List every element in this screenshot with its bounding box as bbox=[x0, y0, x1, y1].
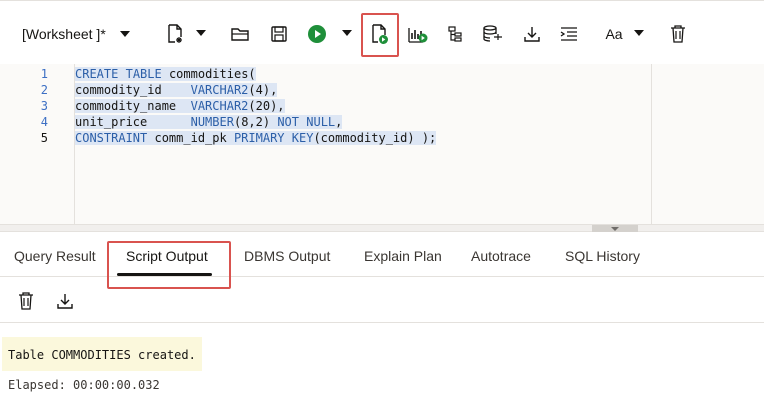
output-toolbar bbox=[0, 280, 764, 320]
download-output-button[interactable] bbox=[51, 287, 79, 315]
code-line: CREATE TABLE commodities( bbox=[75, 66, 256, 82]
chevron-down-icon[interactable] bbox=[342, 30, 352, 36]
format-icon bbox=[560, 27, 577, 41]
code-text: commodities( bbox=[161, 67, 256, 81]
download-icon bbox=[524, 27, 540, 42]
run-script-highlight bbox=[361, 13, 399, 57]
editor-divider bbox=[651, 64, 652, 224]
panel-splitter[interactable] bbox=[0, 224, 764, 232]
code-line: CONSTRAINT comm_id_pk PRIMARY KEY(commod… bbox=[75, 130, 437, 146]
line-number: 2 bbox=[40, 83, 48, 97]
format-button[interactable] bbox=[555, 20, 583, 48]
explain-plan-button[interactable] bbox=[404, 20, 432, 48]
chevron-down-icon bbox=[119, 31, 130, 37]
code-text: comm_id_pk bbox=[147, 131, 234, 145]
code-area[interactable]: CREATE TABLE commodities( commodity_id V… bbox=[75, 64, 651, 224]
line-number: 3 bbox=[40, 99, 48, 113]
download-button[interactable] bbox=[518, 20, 546, 48]
code-keyword: NOT bbox=[277, 115, 300, 129]
new-worksheet-icon bbox=[168, 24, 182, 43]
run-statement-icon bbox=[308, 25, 326, 43]
code-line: commodity_name VARCHAR2(20), bbox=[75, 98, 285, 114]
code-text: unit_price bbox=[75, 115, 148, 129]
autotrace-button[interactable] bbox=[441, 20, 469, 48]
chevron-down-icon[interactable] bbox=[634, 30, 644, 36]
worksheet-toolbar: [Worksheet ]* Aa bbox=[0, 0, 764, 67]
code-keyword: CREATE bbox=[75, 67, 119, 81]
code-keyword: KEY bbox=[291, 131, 314, 145]
save-icon bbox=[271, 26, 287, 42]
code-keyword: PRIMARY bbox=[233, 131, 285, 145]
code-line: unit_price NUMBER(8,2) NOT NULL, bbox=[75, 114, 343, 130]
trash-icon bbox=[19, 292, 33, 310]
tab-explain-plan[interactable]: Explain Plan bbox=[364, 248, 442, 264]
code-text: commodity_id bbox=[75, 83, 162, 97]
code-text: (4), bbox=[248, 83, 278, 97]
output-tabs: Query Result Script Output DBMS Output E… bbox=[0, 236, 764, 289]
new-worksheet-button[interactable] bbox=[161, 20, 189, 48]
splitter-handle[interactable] bbox=[592, 225, 638, 232]
line-number: 1 bbox=[40, 67, 48, 81]
code-keyword: NULL bbox=[306, 115, 336, 129]
chevron-down-icon[interactable] bbox=[196, 30, 206, 36]
code-keyword: CONSTRAINT bbox=[75, 131, 148, 145]
hierarchy-icon bbox=[448, 26, 462, 42]
tab-sql-history[interactable]: SQL History bbox=[565, 248, 640, 264]
line-number: 4 bbox=[40, 115, 48, 129]
code-text: , bbox=[335, 115, 343, 129]
code-keyword: VARCHAR2 bbox=[190, 83, 249, 97]
database-button[interactable] bbox=[479, 20, 507, 48]
code-text: (20), bbox=[248, 99, 285, 113]
code-text: (commodity_id) ); bbox=[313, 131, 437, 145]
explain-plan-icon bbox=[408, 28, 428, 43]
tab-query-result[interactable]: Query Result bbox=[14, 248, 96, 264]
clear-button[interactable] bbox=[664, 20, 692, 48]
tab-autotrace[interactable]: Autotrace bbox=[471, 248, 531, 264]
run-statement-button[interactable] bbox=[303, 20, 331, 48]
code-keyword: TABLE bbox=[125, 67, 162, 81]
trash-icon bbox=[671, 25, 685, 43]
code-keyword: NUMBER bbox=[190, 115, 234, 129]
collapse-arrow-icon bbox=[611, 226, 619, 231]
script-output-message: Table COMMODITIES created. bbox=[2, 337, 202, 371]
tab-dbms-output[interactable]: DBMS Output bbox=[244, 248, 330, 264]
save-button[interactable] bbox=[265, 20, 293, 48]
worksheet-label: [Worksheet ]* bbox=[22, 26, 106, 42]
elapsed-time: Elapsed: 00:00:00.032 bbox=[8, 378, 160, 392]
clear-output-button[interactable] bbox=[12, 287, 40, 315]
worksheet-selector[interactable]: [Worksheet ]* bbox=[22, 21, 130, 47]
database-icon bbox=[483, 25, 502, 42]
output-divider bbox=[0, 322, 764, 323]
folder-open-icon bbox=[231, 28, 249, 41]
code-line: commodity_id VARCHAR2(4), bbox=[75, 82, 278, 98]
code-editor[interactable]: 1 2 3 4 5 CREATE TABLE commodities( comm… bbox=[0, 64, 764, 224]
download-icon bbox=[57, 294, 73, 309]
code-text: (8,2) bbox=[233, 115, 278, 129]
line-number-gutter: 1 2 3 4 5 bbox=[0, 64, 75, 224]
line-number: 5 bbox=[40, 131, 48, 145]
code-text: commodity_name bbox=[75, 99, 177, 113]
open-button[interactable] bbox=[226, 20, 254, 48]
font-icon: Aa bbox=[605, 26, 623, 42]
font-button[interactable]: Aa bbox=[599, 20, 629, 48]
code-keyword: VARCHAR2 bbox=[190, 99, 249, 113]
